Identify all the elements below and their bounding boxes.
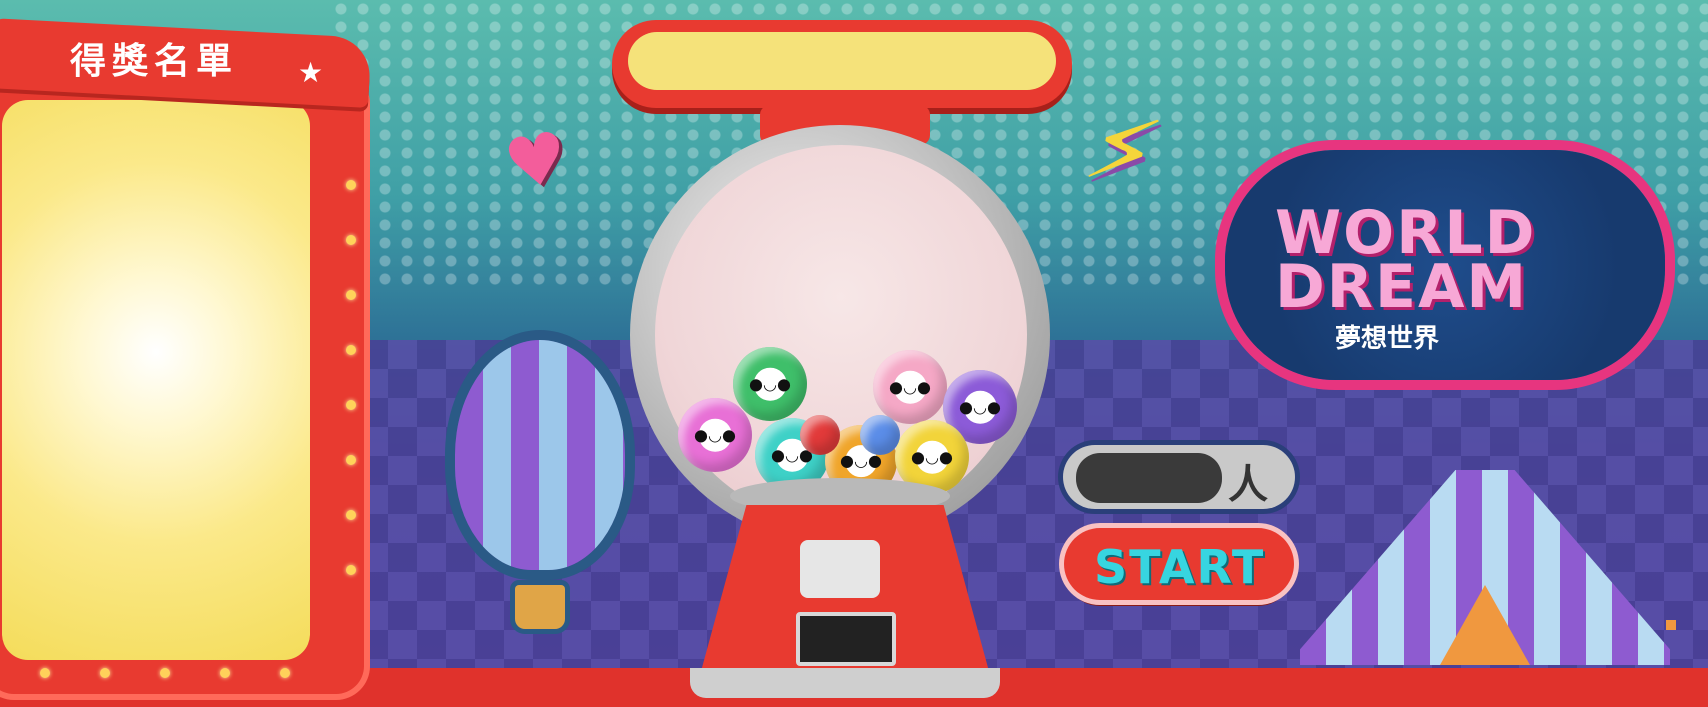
panel-bulb (346, 180, 356, 190)
panel-bulb (346, 565, 356, 575)
monkey-face-icon: ●◡● (889, 370, 931, 404)
gumball: ●◡● (678, 398, 752, 472)
machine-foot (690, 668, 1000, 698)
panel-bulb (280, 668, 290, 678)
winners-list-area (2, 100, 310, 660)
monkey-face-icon: ●◡● (959, 390, 1001, 424)
monkey-face-icon: ●◡● (694, 418, 736, 452)
logo-line2: DREAM (1275, 252, 1529, 322)
panel-bulb (346, 235, 356, 245)
winner-count-input[interactable] (1076, 453, 1222, 503)
panel-bulb (220, 668, 230, 678)
winners-title: 得獎名單 (70, 41, 239, 82)
machine-knob[interactable] (800, 540, 880, 598)
panel-bulb (40, 668, 50, 678)
star-icon: ★ (298, 56, 324, 89)
panel-bulb (160, 668, 170, 678)
panel-bulb (346, 510, 356, 520)
panel-bulb (346, 455, 356, 465)
gumball: ●◡● (873, 350, 947, 424)
gumball: ●◡● (733, 347, 807, 421)
monkey-face-icon: ●◡● (749, 367, 791, 401)
result-display (628, 32, 1056, 90)
winners-panel (0, 70, 370, 700)
logo-subtitle: 夢想世界 (1335, 324, 1440, 354)
panel-bulb (346, 345, 356, 355)
monkey-face-icon: ●◡● (911, 440, 953, 474)
game-stage: 得獎名單 ★ ●◡● ●◡● ●◡● ●◡● ●◡● ●◡● ●◡● ♥ ⚡ W… (0, 0, 1708, 707)
gumball (860, 415, 900, 455)
hot-air-balloon-icon (455, 340, 625, 570)
start-button[interactable] (1064, 528, 1294, 600)
prize-slot (796, 612, 896, 666)
gumball (800, 415, 840, 455)
panel-bulb (100, 668, 110, 678)
panel-bulb (346, 290, 356, 300)
balloon-basket (515, 585, 565, 629)
count-unit-label: 人 (1228, 462, 1268, 508)
decor-square (1666, 620, 1676, 630)
panel-bulb (346, 400, 356, 410)
